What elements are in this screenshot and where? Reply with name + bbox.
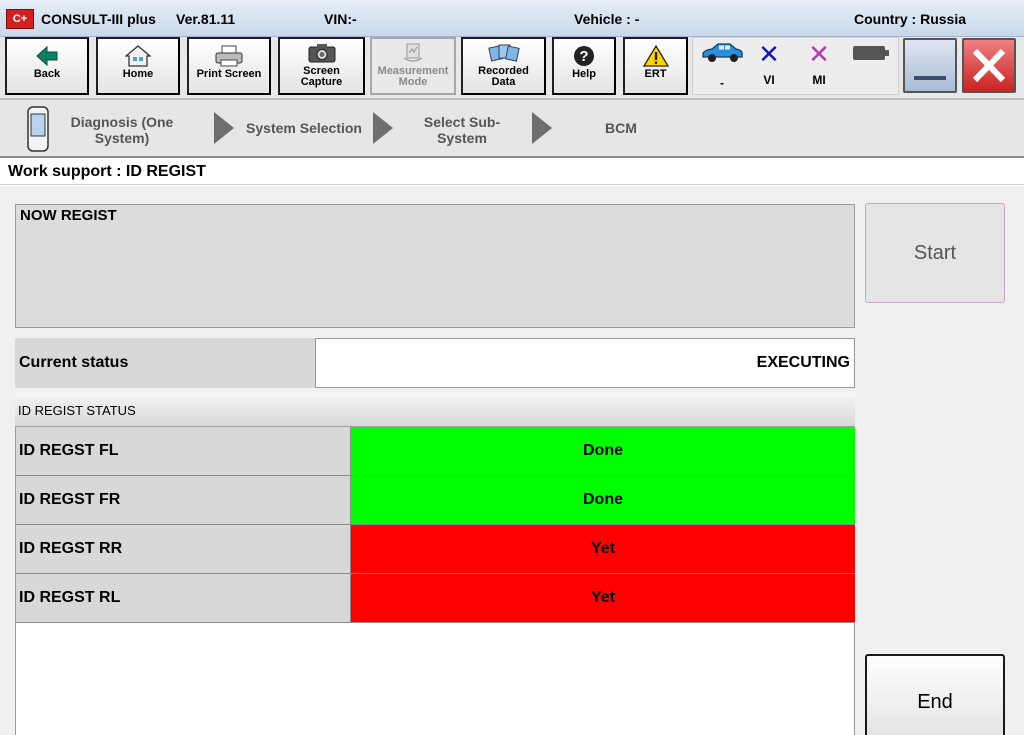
- end-button[interactable]: End: [865, 654, 1005, 735]
- home-label: Home: [122, 68, 154, 80]
- breadcrumb-arrow-icon: [373, 112, 393, 144]
- app-version: Ver.81.11: [176, 11, 236, 27]
- table-row: ID REGST FR Done: [16, 476, 855, 525]
- row-name: ID REGST RR: [16, 525, 351, 573]
- measurement-icon: [403, 43, 423, 62]
- back-arrow-icon: [36, 45, 58, 67]
- current-status-label: Current status: [15, 338, 316, 388]
- breadcrumb-select-subsystem[interactable]: Select Sub-System: [406, 114, 518, 146]
- mi-label: MI: [812, 73, 826, 87]
- row-name: ID REGST FL: [16, 427, 351, 475]
- row-status: Yet: [351, 525, 855, 573]
- breadcrumb-arrow-icon: [532, 112, 552, 144]
- help-icon: ?: [574, 46, 594, 66]
- minimize-icon: [914, 76, 946, 80]
- back-label: Back: [33, 68, 61, 80]
- battery-icon: [853, 46, 889, 60]
- home-icon: [125, 45, 151, 67]
- vi-status: ✕ VI: [755, 39, 783, 87]
- measurement-mode-label: Measurement Mode: [377, 65, 449, 88]
- print-screen-button[interactable]: Print Screen: [187, 37, 271, 95]
- ert-button[interactable]: ERT: [623, 37, 688, 95]
- id-regist-status-header: ID REGIST STATUS: [15, 393, 855, 427]
- home-button[interactable]: Home: [96, 37, 180, 95]
- mi-disconnected-icon: ✕: [808, 39, 830, 69]
- breadcrumb-system-selection[interactable]: System Selection: [238, 120, 370, 136]
- recorded-data-icon: [487, 44, 520, 62]
- recorded-data-label: Recorded Data: [478, 65, 529, 88]
- screen-capture-label: Screen Capture: [300, 65, 343, 88]
- vi-label: VI: [763, 73, 775, 87]
- now-regist-panel: NOW REGIST: [15, 204, 855, 328]
- camera-icon: [308, 44, 335, 63]
- breadcrumb-arrow-icon: [214, 112, 234, 144]
- print-screen-label: Print Screen: [196, 68, 262, 80]
- close-button[interactable]: [962, 38, 1016, 93]
- svg-text:?: ?: [579, 48, 588, 65]
- title-bar: C+ CONSULT-III plus Ver.81.11 VIN:- Vehi…: [0, 0, 1024, 37]
- country-label: Country : Russia: [854, 11, 967, 27]
- app-name: CONSULT-III plus: [41, 11, 156, 27]
- now-regist-message: NOW REGIST: [20, 207, 117, 224]
- app-logo: C+: [6, 9, 34, 29]
- back-button[interactable]: Back: [5, 37, 89, 95]
- table-row: ID REGST RR Yet: [16, 525, 855, 574]
- vin-label: VIN:-: [324, 11, 357, 27]
- breadcrumb: Diagnosis (One System) System Selection …: [0, 100, 1024, 158]
- help-button[interactable]: ? Help: [552, 37, 616, 95]
- help-label: Help: [572, 68, 596, 80]
- consult-device-icon: [27, 106, 49, 152]
- recorded-data-button[interactable]: Recorded Data: [461, 37, 546, 95]
- screen-capture-button[interactable]: Screen Capture: [278, 37, 365, 95]
- car-icon: [702, 43, 743, 62]
- minimize-button[interactable]: [903, 38, 957, 93]
- vehicle-status-label: -: [720, 76, 724, 90]
- toolbar: Back Home Print Screen Screen Capture Me…: [0, 37, 1024, 100]
- current-status-value: EXECUTING: [315, 338, 855, 388]
- ert-label: ERT: [644, 68, 667, 80]
- start-button[interactable]: Start: [865, 203, 1005, 303]
- row-name: ID REGST FR: [16, 476, 351, 524]
- page-title: Work support : ID REGIST: [0, 158, 1024, 185]
- battery-status: [851, 42, 891, 67]
- row-name: ID REGST RL: [16, 574, 351, 622]
- vehicle-label: Vehicle : -: [574, 11, 640, 27]
- vehicle-status: -: [698, 42, 746, 90]
- close-icon: [972, 48, 1006, 83]
- table-row: ID REGST RL Yet: [16, 574, 855, 623]
- row-status: Yet: [351, 574, 855, 622]
- connection-status-group: - ✕ VI ✕ MI: [692, 37, 899, 95]
- warning-icon: [642, 45, 669, 67]
- table-row: ID REGST FL Done: [16, 427, 855, 476]
- breadcrumb-diagnosis[interactable]: Diagnosis (One System): [62, 114, 182, 146]
- measurement-mode-button[interactable]: Measurement Mode: [370, 37, 456, 95]
- vi-disconnected-icon: ✕: [758, 39, 780, 69]
- id-regist-status-table: ID REGST FL Done ID REGST FR Done ID REG…: [15, 427, 855, 735]
- row-status: Done: [351, 427, 855, 475]
- breadcrumb-bcm[interactable]: BCM: [590, 120, 652, 136]
- printer-icon: [215, 45, 243, 67]
- mi-status: ✕ MI: [805, 39, 833, 87]
- row-status: Done: [351, 476, 855, 524]
